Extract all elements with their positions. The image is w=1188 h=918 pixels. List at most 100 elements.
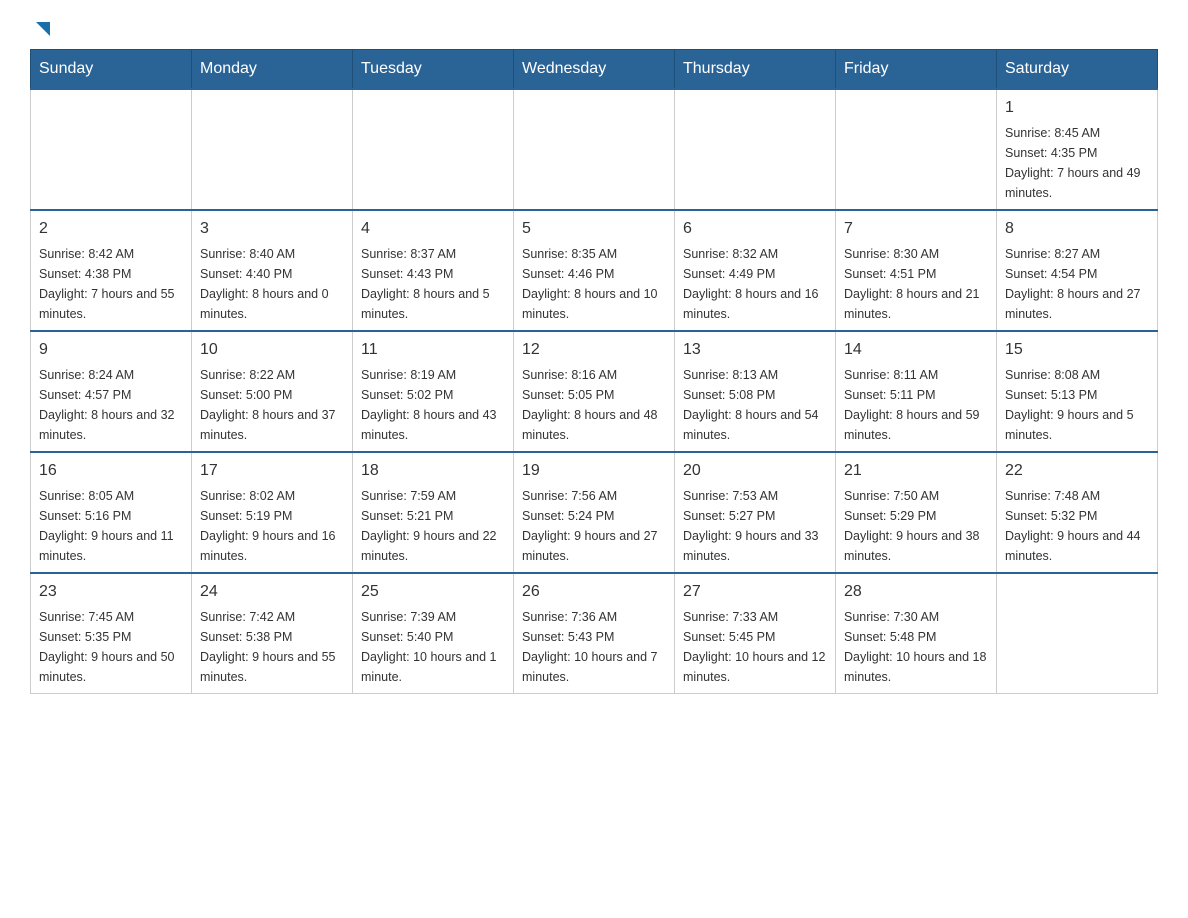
calendar-cell bbox=[192, 89, 353, 210]
calendar-cell: 7 Sunrise: 8:30 AM Sunset: 4:51 PM Daylig… bbox=[836, 210, 997, 331]
day-number: 2 bbox=[39, 217, 183, 241]
day-number: 15 bbox=[1005, 338, 1149, 362]
day-number: 17 bbox=[200, 459, 344, 483]
day-info: Sunrise: 7:59 AM Sunset: 5:21 PM Dayligh… bbox=[361, 486, 505, 566]
day-number: 16 bbox=[39, 459, 183, 483]
day-number: 6 bbox=[683, 217, 827, 241]
logo bbox=[30, 20, 54, 39]
calendar-cell: 4 Sunrise: 8:37 AM Sunset: 4:43 PM Daylig… bbox=[353, 210, 514, 331]
calendar-cell: 23 Sunrise: 7:45 AM Sunset: 5:35 PM Dayli… bbox=[31, 573, 192, 694]
calendar-cell: 3 Sunrise: 8:40 AM Sunset: 4:40 PM Daylig… bbox=[192, 210, 353, 331]
day-number: 26 bbox=[522, 580, 666, 604]
week-row-4: 16 Sunrise: 8:05 AM Sunset: 5:16 PM Dayli… bbox=[31, 452, 1158, 573]
day-number: 27 bbox=[683, 580, 827, 604]
day-number: 28 bbox=[844, 580, 988, 604]
day-info: Sunrise: 8:22 AM Sunset: 5:00 PM Dayligh… bbox=[200, 365, 344, 445]
calendar-cell: 11 Sunrise: 8:19 AM Sunset: 5:02 PM Dayli… bbox=[353, 331, 514, 452]
calendar-cell: 9 Sunrise: 8:24 AM Sunset: 4:57 PM Daylig… bbox=[31, 331, 192, 452]
day-number: 8 bbox=[1005, 217, 1149, 241]
calendar-cell: 6 Sunrise: 8:32 AM Sunset: 4:49 PM Daylig… bbox=[675, 210, 836, 331]
day-number: 19 bbox=[522, 459, 666, 483]
calendar-cell bbox=[353, 89, 514, 210]
day-info: Sunrise: 8:05 AM Sunset: 5:16 PM Dayligh… bbox=[39, 486, 183, 566]
calendar-cell bbox=[836, 89, 997, 210]
week-row-1: 1 Sunrise: 8:45 AM Sunset: 4:35 PM Daylig… bbox=[31, 89, 1158, 210]
calendar-cell: 10 Sunrise: 8:22 AM Sunset: 5:00 PM Dayli… bbox=[192, 331, 353, 452]
logo-arrow-icon bbox=[32, 20, 54, 42]
calendar-cell: 19 Sunrise: 7:56 AM Sunset: 5:24 PM Dayli… bbox=[514, 452, 675, 573]
calendar-header-wednesday: Wednesday bbox=[514, 50, 675, 90]
day-info: Sunrise: 7:45 AM Sunset: 5:35 PM Dayligh… bbox=[39, 607, 183, 687]
day-number: 25 bbox=[361, 580, 505, 604]
calendar-cell: 28 Sunrise: 7:30 AM Sunset: 5:48 PM Dayli… bbox=[836, 573, 997, 694]
day-info: Sunrise: 8:13 AM Sunset: 5:08 PM Dayligh… bbox=[683, 365, 827, 445]
day-info: Sunrise: 8:40 AM Sunset: 4:40 PM Dayligh… bbox=[200, 244, 344, 324]
day-info: Sunrise: 7:30 AM Sunset: 5:48 PM Dayligh… bbox=[844, 607, 988, 687]
calendar-cell bbox=[514, 89, 675, 210]
calendar-cell: 25Sunrise: 7:39 AM Sunset: 5:40 PM Dayli… bbox=[353, 573, 514, 694]
calendar-table: SundayMondayTuesdayWednesdayThursdayFrid… bbox=[30, 49, 1158, 694]
calendar-cell: 15 Sunrise: 8:08 AM Sunset: 5:13 PM Dayli… bbox=[997, 331, 1158, 452]
day-number: 9 bbox=[39, 338, 183, 362]
day-info: Sunrise: 7:42 AM Sunset: 5:38 PM Dayligh… bbox=[200, 607, 344, 687]
day-info: Sunrise: 7:50 AM Sunset: 5:29 PM Dayligh… bbox=[844, 486, 988, 566]
day-info: Sunrise: 7:53 AM Sunset: 5:27 PM Dayligh… bbox=[683, 486, 827, 566]
calendar-cell: 17Sunrise: 8:02 AM Sunset: 5:19 PM Dayli… bbox=[192, 452, 353, 573]
day-info: Sunrise: 7:36 AM Sunset: 5:43 PM Dayligh… bbox=[522, 607, 666, 687]
calendar-cell: 27 Sunrise: 7:33 AM Sunset: 5:45 PM Dayli… bbox=[675, 573, 836, 694]
calendar-cell: 12 Sunrise: 8:16 AM Sunset: 5:05 PM Dayli… bbox=[514, 331, 675, 452]
day-info: Sunrise: 8:27 AM Sunset: 4:54 PM Dayligh… bbox=[1005, 244, 1149, 324]
page-header bbox=[30, 20, 1158, 39]
day-number: 10 bbox=[200, 338, 344, 362]
calendar-cell bbox=[997, 573, 1158, 694]
day-info: Sunrise: 7:33 AM Sunset: 5:45 PM Dayligh… bbox=[683, 607, 827, 687]
calendar-cell: 16 Sunrise: 8:05 AM Sunset: 5:16 PM Dayli… bbox=[31, 452, 192, 573]
day-info: Sunrise: 8:35 AM Sunset: 4:46 PM Dayligh… bbox=[522, 244, 666, 324]
week-row-5: 23 Sunrise: 7:45 AM Sunset: 5:35 PM Dayli… bbox=[31, 573, 1158, 694]
day-info: Sunrise: 8:08 AM Sunset: 5:13 PM Dayligh… bbox=[1005, 365, 1149, 445]
day-number: 7 bbox=[844, 217, 988, 241]
day-number: 4 bbox=[361, 217, 505, 241]
day-info: Sunrise: 8:19 AM Sunset: 5:02 PM Dayligh… bbox=[361, 365, 505, 445]
day-number: 11 bbox=[361, 338, 505, 362]
calendar-header-sunday: Sunday bbox=[31, 50, 192, 90]
day-number: 3 bbox=[200, 217, 344, 241]
calendar-cell: 21 Sunrise: 7:50 AM Sunset: 5:29 PM Dayli… bbox=[836, 452, 997, 573]
calendar-cell: 20 Sunrise: 7:53 AM Sunset: 5:27 PM Dayli… bbox=[675, 452, 836, 573]
day-info: Sunrise: 8:45 AM Sunset: 4:35 PM Dayligh… bbox=[1005, 123, 1149, 203]
day-number: 23 bbox=[39, 580, 183, 604]
calendar-cell: 13 Sunrise: 8:13 AM Sunset: 5:08 PM Dayli… bbox=[675, 331, 836, 452]
calendar-cell: 18Sunrise: 7:59 AM Sunset: 5:21 PM Dayli… bbox=[353, 452, 514, 573]
day-number: 21 bbox=[844, 459, 988, 483]
day-info: Sunrise: 7:56 AM Sunset: 5:24 PM Dayligh… bbox=[522, 486, 666, 566]
day-info: Sunrise: 8:11 AM Sunset: 5:11 PM Dayligh… bbox=[844, 365, 988, 445]
day-info: Sunrise: 8:24 AM Sunset: 4:57 PM Dayligh… bbox=[39, 365, 183, 445]
calendar-cell: 1 Sunrise: 8:45 AM Sunset: 4:35 PM Daylig… bbox=[997, 89, 1158, 210]
day-number: 13 bbox=[683, 338, 827, 362]
day-number: 5 bbox=[522, 217, 666, 241]
calendar-cell: 14Sunrise: 8:11 AM Sunset: 5:11 PM Dayli… bbox=[836, 331, 997, 452]
calendar-cell: 5 Sunrise: 8:35 AM Sunset: 4:46 PM Daylig… bbox=[514, 210, 675, 331]
calendar-cell bbox=[31, 89, 192, 210]
calendar-header-tuesday: Tuesday bbox=[353, 50, 514, 90]
calendar-header-saturday: Saturday bbox=[997, 50, 1158, 90]
calendar-cell bbox=[675, 89, 836, 210]
day-number: 12 bbox=[522, 338, 666, 362]
calendar-header-row: SundayMondayTuesdayWednesdayThursdayFrid… bbox=[31, 50, 1158, 90]
calendar-cell: 24 Sunrise: 7:42 AM Sunset: 5:38 PM Dayli… bbox=[192, 573, 353, 694]
calendar-header-monday: Monday bbox=[192, 50, 353, 90]
day-number: 1 bbox=[1005, 96, 1149, 120]
week-row-2: 2 Sunrise: 8:42 AM Sunset: 4:38 PM Daylig… bbox=[31, 210, 1158, 331]
day-info: Sunrise: 8:16 AM Sunset: 5:05 PM Dayligh… bbox=[522, 365, 666, 445]
day-info: Sunrise: 7:48 AM Sunset: 5:32 PM Dayligh… bbox=[1005, 486, 1149, 566]
week-row-3: 9 Sunrise: 8:24 AM Sunset: 4:57 PM Daylig… bbox=[31, 331, 1158, 452]
day-info: Sunrise: 8:42 AM Sunset: 4:38 PM Dayligh… bbox=[39, 244, 183, 324]
calendar-cell: 26 Sunrise: 7:36 AM Sunset: 5:43 PM Dayli… bbox=[514, 573, 675, 694]
day-info: Sunrise: 8:30 AM Sunset: 4:51 PM Dayligh… bbox=[844, 244, 988, 324]
day-info: Sunrise: 8:32 AM Sunset: 4:49 PM Dayligh… bbox=[683, 244, 827, 324]
calendar-cell: 8 Sunrise: 8:27 AM Sunset: 4:54 PM Daylig… bbox=[997, 210, 1158, 331]
day-number: 24 bbox=[200, 580, 344, 604]
calendar-header-thursday: Thursday bbox=[675, 50, 836, 90]
day-number: 20 bbox=[683, 459, 827, 483]
day-info: Sunrise: 8:37 AM Sunset: 4:43 PM Dayligh… bbox=[361, 244, 505, 324]
